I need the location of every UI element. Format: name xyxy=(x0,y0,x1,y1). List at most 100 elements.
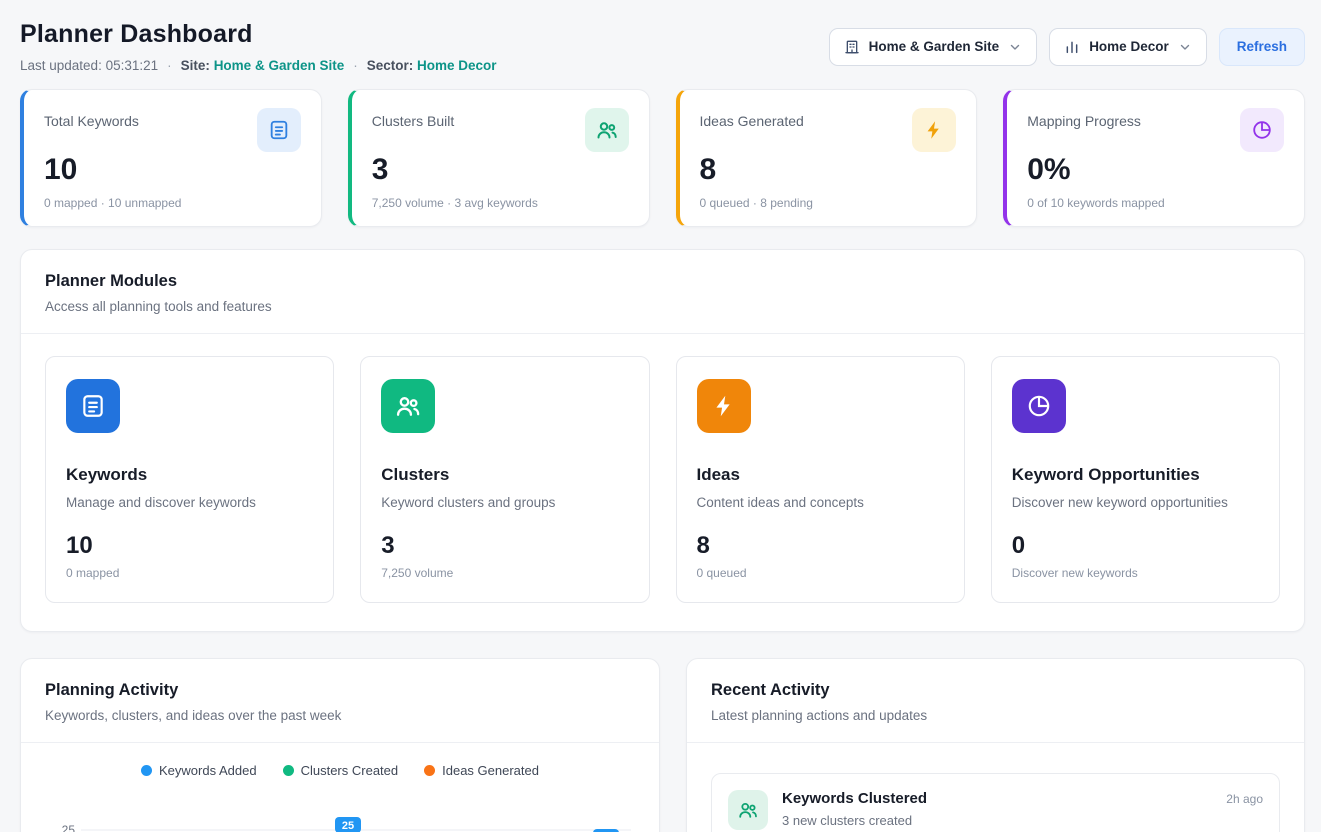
last-updated: Last updated: 05:31:21 xyxy=(20,58,158,73)
planning-activity-chart: 25 25 24 xyxy=(45,788,635,832)
activity-body: Keywords Clustered 3 new clusters create… xyxy=(782,790,1212,828)
module-subtext: 0 queued xyxy=(697,566,944,580)
stat-subtext: 0 queued · 8 pending xyxy=(700,196,957,210)
stat-card-clusters-built: Clusters Built 3 7,250 volume · 3 avg ke… xyxy=(348,89,650,227)
legend-label: Clusters Created xyxy=(301,763,399,778)
svg-text:25: 25 xyxy=(342,820,354,832)
stat-card-mapping-progress: Mapping Progress 0% 0 of 10 keywords map… xyxy=(1003,89,1305,227)
y-axis-tick: 25 xyxy=(62,823,76,832)
sector-meta: Sector: Home Decor xyxy=(367,58,497,73)
section-title: Planning Activity xyxy=(45,681,635,700)
stat-subtext: 0 of 10 keywords mapped xyxy=(1027,196,1284,210)
sector-selector-label: Home Decor xyxy=(1089,39,1169,54)
people-icon xyxy=(728,790,768,830)
chevron-down-icon xyxy=(1008,40,1022,54)
point-label-badge: 25 xyxy=(335,817,361,832)
module-title: Ideas xyxy=(697,465,944,485)
lightning-icon xyxy=(912,108,956,152)
activity-list-item: Keywords Clustered 3 new clusters create… xyxy=(711,773,1280,832)
stat-value: 0% xyxy=(1027,153,1284,187)
legend-item-clusters-created: Clusters Created xyxy=(283,763,399,778)
activity-description: 3 new clusters created xyxy=(782,813,1212,828)
module-subtext: Discover new keywords xyxy=(1012,566,1259,580)
stat-value: 3 xyxy=(372,153,629,187)
stat-subtext: 0 mapped · 10 unmapped xyxy=(44,196,301,210)
module-value: 3 xyxy=(381,532,628,560)
section-title: Recent Activity xyxy=(711,681,1280,700)
legend-label: Ideas Generated xyxy=(442,763,539,778)
chart-area: 25 25 24 xyxy=(21,788,659,832)
section-subtitle: Access all planning tools and features xyxy=(45,299,1280,314)
planning-activity-header: Planning Activity Keywords, clusters, an… xyxy=(21,659,659,742)
header-left: Planner Dashboard Last updated: 05:31:21… xyxy=(20,20,497,73)
legend-item-keywords-added: Keywords Added xyxy=(141,763,257,778)
planner-modules-panel: Planner Modules Access all planning tool… xyxy=(20,249,1305,632)
module-subtext: 0 mapped xyxy=(66,566,313,580)
section-title: Planner Modules xyxy=(45,272,1280,291)
stat-subtext: 7,250 volume · 3 avg keywords xyxy=(372,196,629,210)
pie-chart-icon xyxy=(1240,108,1284,152)
legend-label: Keywords Added xyxy=(159,763,257,778)
module-description: Keyword clusters and groups xyxy=(381,495,628,510)
module-value: 8 xyxy=(697,532,944,560)
site-link[interactable]: Home & Garden Site xyxy=(214,58,345,73)
activity-timestamp: 2h ago xyxy=(1226,790,1263,806)
meta-separator: · xyxy=(353,58,358,73)
module-title: Clusters xyxy=(381,465,628,485)
document-icon xyxy=(257,108,301,152)
stat-label: Mapping Progress xyxy=(1027,108,1141,129)
section-subtitle: Keywords, clusters, and ideas over the p… xyxy=(45,708,635,723)
header-meta: Last updated: 05:31:21 · Site: Home & Ga… xyxy=(20,58,497,73)
recent-activity-panel: Recent Activity Latest planning actions … xyxy=(686,658,1305,832)
stat-label: Total Keywords xyxy=(44,108,139,129)
modules-grid: Keywords Manage and discover keywords 10… xyxy=(21,334,1304,631)
site-selector-label: Home & Garden Site xyxy=(869,39,1000,54)
meta-separator: · xyxy=(167,58,172,73)
module-card-clusters[interactable]: Clusters Keyword clusters and groups 3 7… xyxy=(360,356,649,603)
bottom-row: Planning Activity Keywords, clusters, an… xyxy=(20,658,1305,832)
page-title: Planner Dashboard xyxy=(20,20,497,49)
activity-title: Keywords Clustered xyxy=(782,790,1212,807)
module-card-ideas[interactable]: Ideas Content ideas and concepts 8 0 que… xyxy=(676,356,965,603)
site-selector-dropdown[interactable]: Home & Garden Site xyxy=(829,28,1038,66)
document-icon xyxy=(66,379,120,433)
module-value: 0 xyxy=(1012,532,1259,560)
stat-value: 8 xyxy=(700,153,957,187)
module-title: Keyword Opportunities xyxy=(1012,465,1259,485)
chart-legend: Keywords Added Clusters Created Ideas Ge… xyxy=(21,743,659,784)
people-icon xyxy=(585,108,629,152)
building-icon xyxy=(844,39,860,55)
divider xyxy=(687,742,1304,743)
legend-dot xyxy=(283,765,294,776)
stat-card-ideas-generated: Ideas Generated 8 0 queued · 8 pending xyxy=(676,89,978,227)
stat-label: Ideas Generated xyxy=(700,108,804,129)
bar-chart-icon xyxy=(1064,39,1080,55)
module-card-keywords[interactable]: Keywords Manage and discover keywords 10… xyxy=(45,356,334,603)
module-card-keyword-opportunities[interactable]: Keyword Opportunities Discover new keywo… xyxy=(991,356,1280,603)
header-controls: Home & Garden Site Home Decor Refresh xyxy=(829,28,1305,66)
legend-dot xyxy=(424,765,435,776)
lightning-icon xyxy=(697,379,751,433)
header: Planner Dashboard Last updated: 05:31:21… xyxy=(20,20,1305,73)
legend-dot xyxy=(141,765,152,776)
chevron-down-icon xyxy=(1178,40,1192,54)
stat-value: 10 xyxy=(44,153,301,187)
planner-dashboard-page: Planner Dashboard Last updated: 05:31:21… xyxy=(0,0,1321,832)
legend-item-ideas-generated: Ideas Generated xyxy=(424,763,539,778)
sector-link[interactable]: Home Decor xyxy=(417,58,497,73)
stat-card-total-keywords: Total Keywords 10 0 mapped · 10 unmapped xyxy=(20,89,322,227)
pie-chart-icon xyxy=(1012,379,1066,433)
planning-activity-panel: Planning Activity Keywords, clusters, an… xyxy=(20,658,660,832)
module-subtext: 7,250 volume xyxy=(381,566,628,580)
module-title: Keywords xyxy=(66,465,313,485)
module-description: Content ideas and concepts xyxy=(697,495,944,510)
refresh-button[interactable]: Refresh xyxy=(1219,28,1305,66)
module-description: Manage and discover keywords xyxy=(66,495,313,510)
module-value: 10 xyxy=(66,532,313,560)
module-description: Discover new keyword opportunities xyxy=(1012,495,1259,510)
stat-label: Clusters Built xyxy=(372,108,454,129)
site-meta: Site: Home & Garden Site xyxy=(181,58,345,73)
sector-selector-dropdown[interactable]: Home Decor xyxy=(1049,28,1207,66)
section-subtitle: Latest planning actions and updates xyxy=(711,708,1280,723)
planner-modules-header: Planner Modules Access all planning tool… xyxy=(21,250,1304,333)
